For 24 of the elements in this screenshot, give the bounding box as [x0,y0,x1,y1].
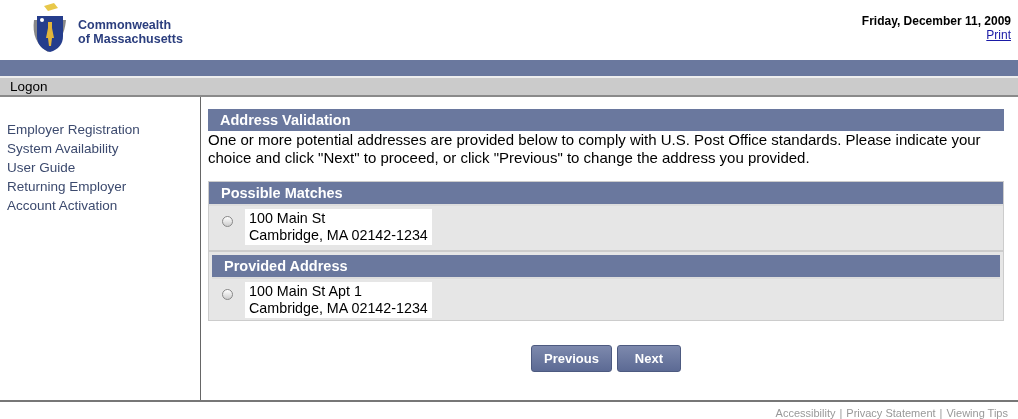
sidebar-link[interactable]: Account Activation [0,196,118,215]
section-header: Provided Address [212,255,1000,279]
nav-button[interactable]: Next [616,345,681,372]
radio-button[interactable] [222,289,233,300]
print-link[interactable]: Print [986,28,1011,42]
agency-name: of Massachusetts [78,32,183,46]
nav-button[interactable]: Previous [531,345,612,372]
section-header: Address Validation [208,109,1004,131]
date-text: Friday, December 11, 2009 [861,14,1011,28]
separator: | [839,407,843,419]
address-line: Cambridge, MA 02142-1234 [249,227,428,244]
section-header: Possible Matches [209,182,1003,206]
sidebar-link[interactable]: User Guide [0,158,76,177]
address-line: Cambridge, MA 02142-1234 [249,300,428,317]
separator: | [939,407,943,419]
sidebar-link[interactable]: System Availability [0,139,119,158]
sidebar-link[interactable]: Employer Registration [0,120,140,139]
sidebar-link[interactable]: Returning Employer [0,177,127,196]
agency-name: Commonwealth [78,18,173,32]
address-line: 100 Main St [249,210,326,227]
address-line: 100 Main St Apt 1 [249,283,362,300]
radio-button[interactable] [222,216,233,227]
page-title: Logon [10,79,48,94]
instructions-text: One or more potential addresses are provided below to comply with U.S. Post Office standards. Please indicate your choice and click "Next" to proceed, or click "Previous" to change the address you provided. [208,131,982,167]
